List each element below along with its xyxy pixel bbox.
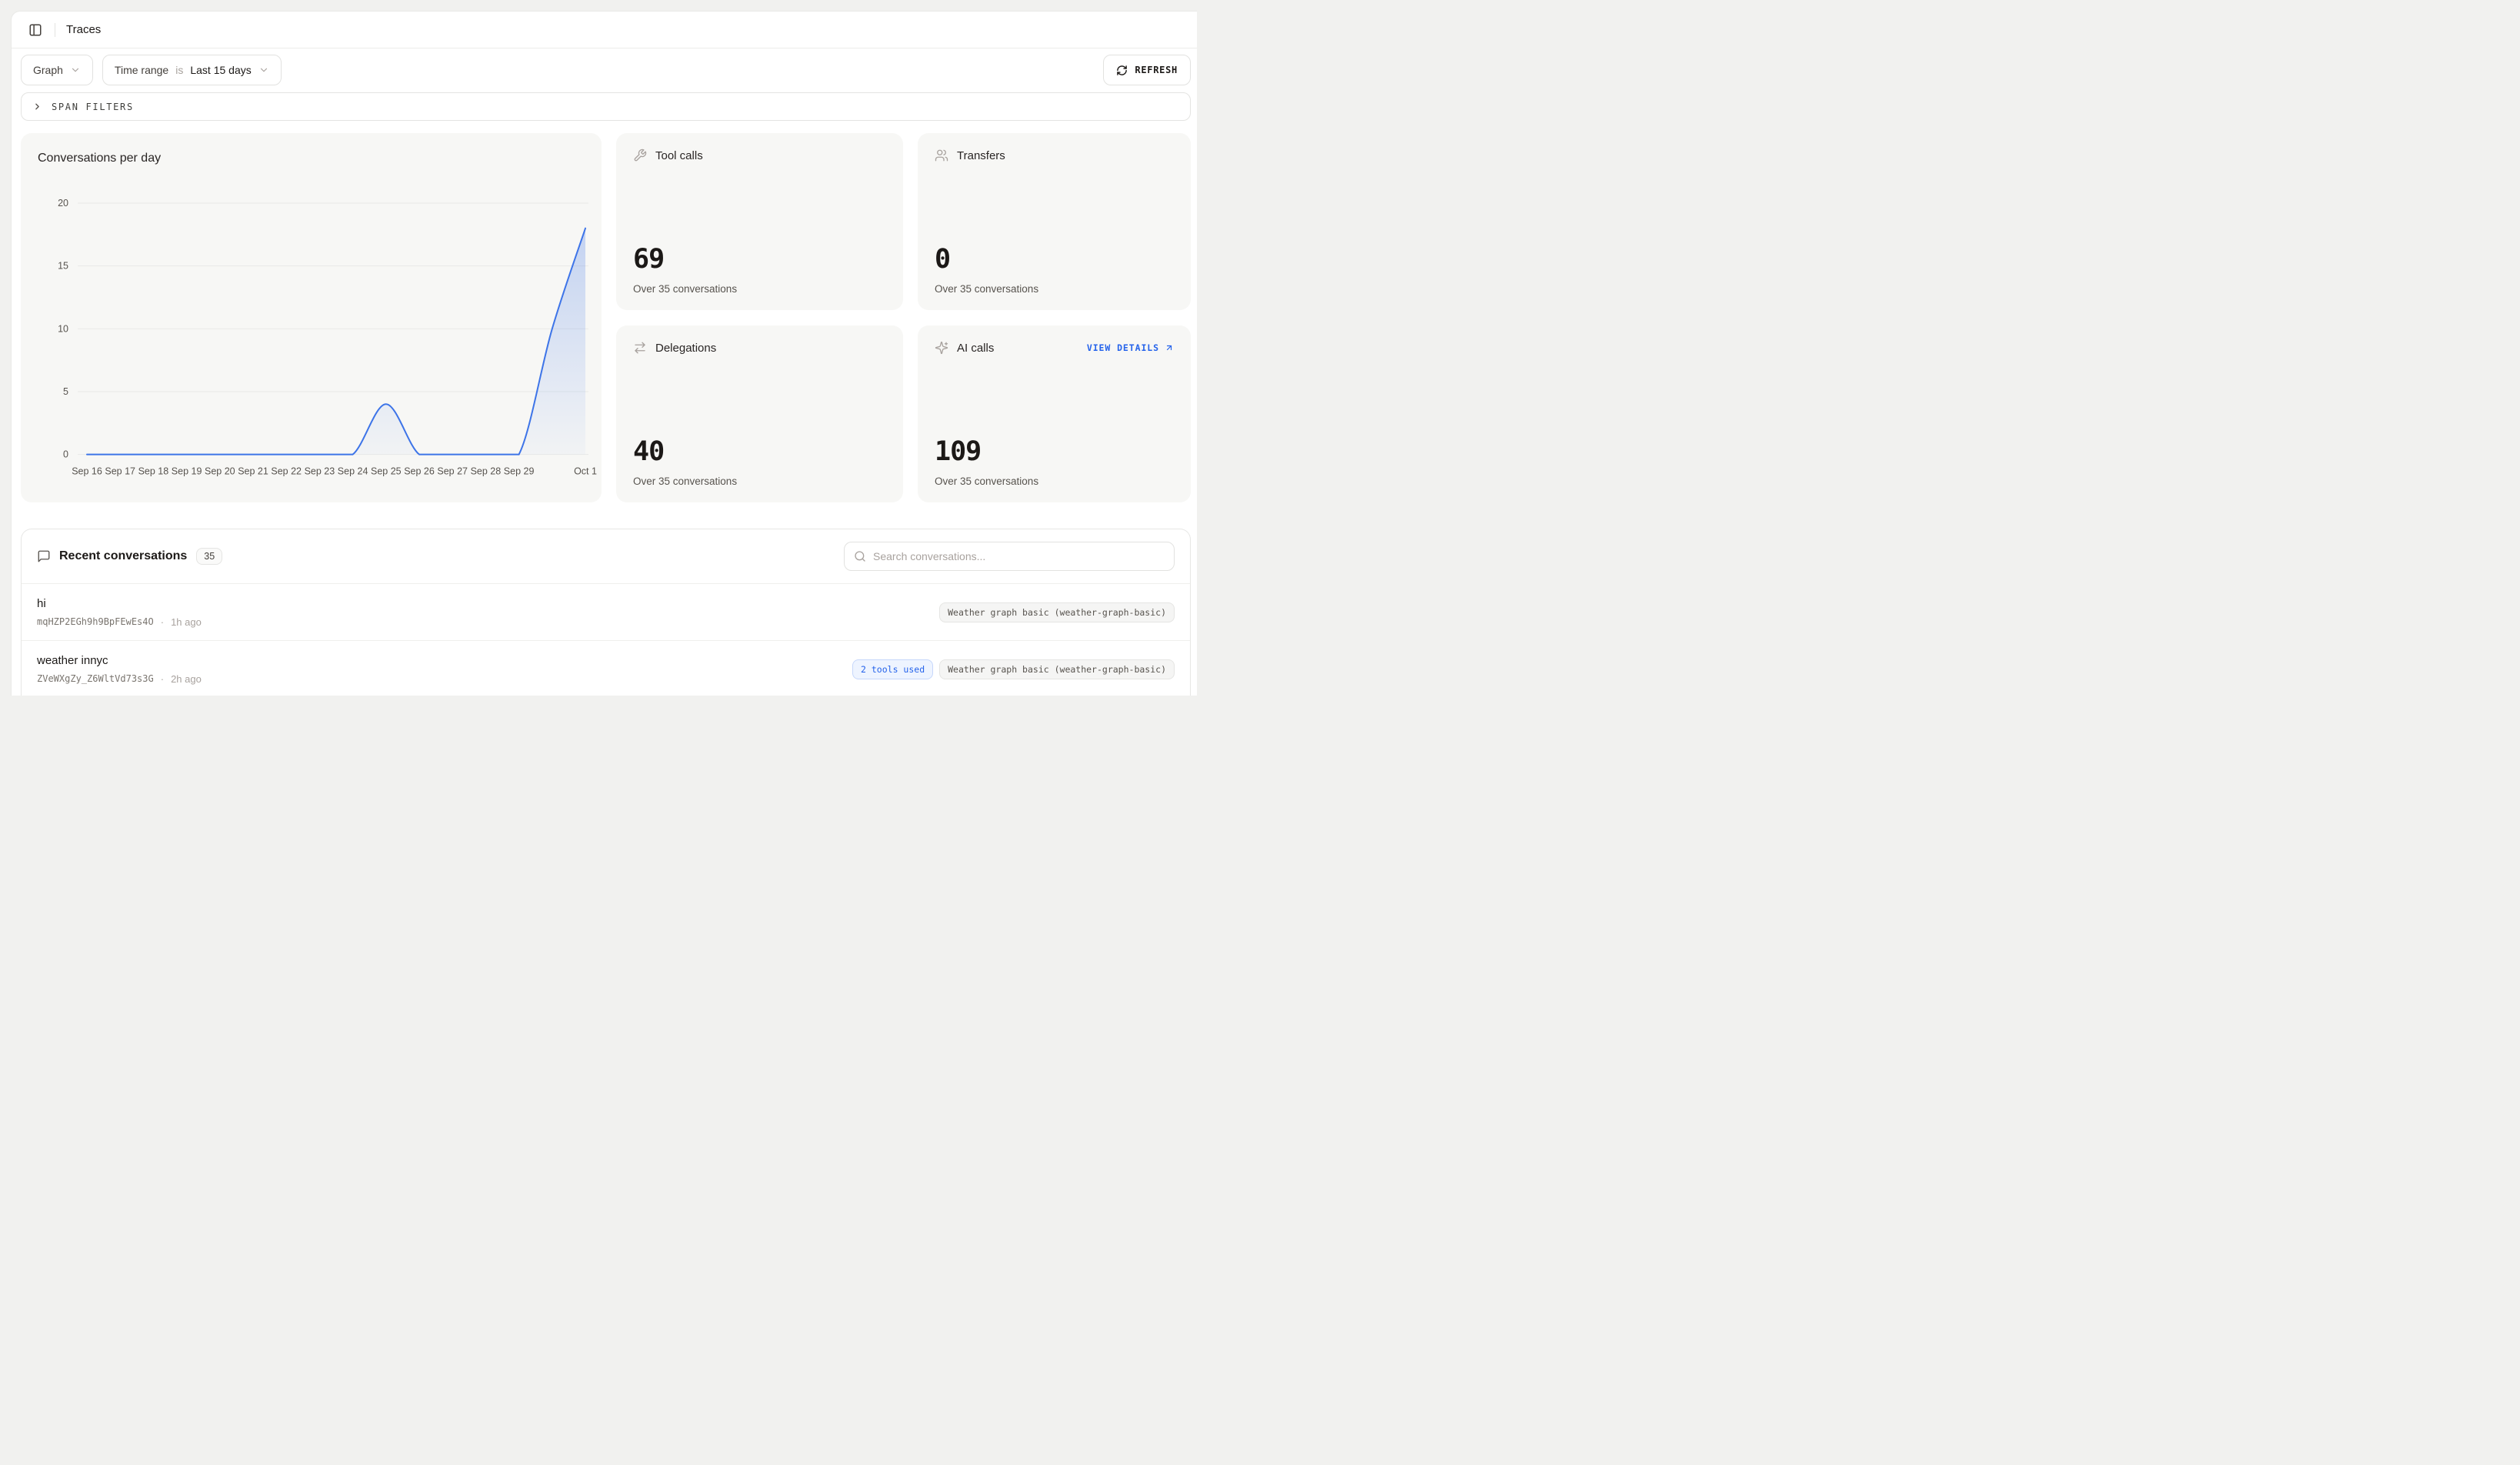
content-shell: Traces Graph Time range is Last 15 days bbox=[11, 11, 1197, 696]
conversation-search bbox=[844, 542, 1175, 571]
dashboard-grid: Conversations per day 05101520Sep 16Sep … bbox=[21, 133, 1191, 502]
time-range-filter[interactable]: Time range is Last 15 days bbox=[102, 55, 282, 85]
stat-caption: Over 35 conversations bbox=[935, 283, 1174, 295]
tools-used-tag: 2 tools used bbox=[852, 659, 933, 679]
conversation-row[interactable]: weather innyc ZVeWXgZy_Z6WltVd73s3G · 2h… bbox=[22, 640, 1190, 696]
top-bar: Traces bbox=[12, 12, 1197, 48]
svg-text:Sep 20: Sep 20 bbox=[205, 466, 235, 477]
svg-text:Oct 1: Oct 1 bbox=[574, 466, 597, 477]
search-input[interactable] bbox=[873, 550, 1165, 562]
page-title: Traces bbox=[66, 23, 101, 36]
refresh-icon bbox=[1116, 65, 1128, 76]
recent-conversations-title: Recent conversations bbox=[59, 549, 187, 563]
separator-dot: · bbox=[161, 616, 164, 628]
stat-value: 40 bbox=[633, 439, 886, 466]
chevron-down-icon bbox=[258, 65, 269, 75]
stat-caption: Over 35 conversations bbox=[633, 476, 886, 487]
svg-text:Sep 16: Sep 16 bbox=[72, 466, 102, 477]
svg-text:Sep 23: Sep 23 bbox=[305, 466, 335, 477]
svg-text:Sep 24: Sep 24 bbox=[338, 466, 368, 477]
recent-conversations-section: Recent conversations 35 hi mqHZP2EGh9h9B… bbox=[21, 529, 1191, 696]
agent-tag: Weather graph basic (weather-graph-basic… bbox=[939, 602, 1175, 622]
conversation-title: weather innyc bbox=[37, 654, 202, 667]
svg-text:0: 0 bbox=[63, 449, 68, 460]
main-content: Graph Time range is Last 15 days REFRESH bbox=[12, 48, 1197, 696]
svg-text:Sep 29: Sep 29 bbox=[504, 466, 535, 477]
conversations-chart-card: Conversations per day 05101520Sep 16Sep … bbox=[21, 133, 602, 502]
stat-card-ai-calls: AI calls VIEW DETAILS 109 Over 35 conver… bbox=[918, 325, 1191, 502]
recent-conversations-header: Recent conversations 35 bbox=[22, 529, 1190, 583]
conversations-per-day-chart: 05101520Sep 16Sep 17Sep 18Sep 19Sep 20Se… bbox=[21, 133, 602, 502]
refresh-label: REFRESH bbox=[1135, 65, 1178, 75]
svg-text:Sep 22: Sep 22 bbox=[271, 466, 302, 477]
users-icon bbox=[935, 149, 948, 162]
stat-title: Delegations bbox=[655, 342, 716, 355]
chevron-right-icon bbox=[32, 102, 42, 112]
wrench-icon bbox=[633, 149, 647, 162]
traces-page: Traces Graph Time range is Last 15 days bbox=[0, 0, 1197, 696]
svg-text:Sep 18: Sep 18 bbox=[138, 466, 169, 477]
filter-toolbar: Graph Time range is Last 15 days REFRESH bbox=[21, 55, 1191, 85]
svg-text:Sep 17: Sep 17 bbox=[105, 466, 135, 477]
svg-text:10: 10 bbox=[58, 323, 68, 334]
time-range-field: Time range bbox=[115, 64, 168, 76]
svg-text:Sep 28: Sep 28 bbox=[471, 466, 502, 477]
search-icon bbox=[854, 550, 866, 562]
conversation-title: hi bbox=[37, 597, 202, 610]
svg-text:Sep 21: Sep 21 bbox=[238, 466, 268, 477]
stat-value: 69 bbox=[633, 246, 886, 273]
span-filters-toggle[interactable]: SPAN FILTERS bbox=[21, 92, 1191, 121]
chat-bubble-icon bbox=[37, 549, 51, 563]
chevron-down-icon bbox=[70, 65, 81, 75]
stat-card-delegations: Delegations 40 Over 35 conversations bbox=[616, 325, 903, 502]
conversation-count-badge: 35 bbox=[196, 548, 222, 565]
stat-caption: Over 35 conversations bbox=[935, 476, 1174, 487]
stat-value: 109 bbox=[935, 439, 1174, 466]
stat-card-transfers: Transfers 0 Over 35 conversations bbox=[918, 133, 1191, 310]
conversation-time: 1h ago bbox=[171, 616, 202, 628]
view-mode-label: Graph bbox=[33, 64, 63, 76]
sparkles-icon bbox=[935, 341, 948, 355]
svg-text:5: 5 bbox=[63, 386, 68, 397]
svg-text:15: 15 bbox=[58, 261, 68, 272]
view-details-link[interactable]: VIEW DETAILS bbox=[1087, 342, 1174, 353]
stat-caption: Over 35 conversations bbox=[633, 283, 886, 295]
agent-tag: Weather graph basic (weather-graph-basic… bbox=[939, 659, 1175, 679]
arrow-up-right-icon bbox=[1165, 343, 1174, 352]
time-range-operator: is bbox=[175, 64, 183, 76]
stat-title: Transfers bbox=[957, 149, 1005, 162]
span-filters-label: SPAN FILTERS bbox=[52, 102, 134, 112]
stat-card-tool-calls: Tool calls 69 Over 35 conversations bbox=[616, 133, 903, 310]
conversation-id: mqHZP2EGh9h9BpFEwEs4O bbox=[37, 616, 154, 627]
stat-title: Tool calls bbox=[655, 149, 703, 162]
time-range-value: Last 15 days bbox=[190, 64, 251, 76]
conversation-time: 2h ago bbox=[171, 673, 202, 685]
conversation-row[interactable]: hi mqHZP2EGh9h9BpFEwEs4O · 1h ago Weathe… bbox=[22, 583, 1190, 640]
sidebar-toggle-button[interactable] bbox=[24, 18, 47, 42]
separator-dot: · bbox=[161, 673, 164, 685]
svg-text:Sep 19: Sep 19 bbox=[172, 466, 202, 477]
stat-title: AI calls bbox=[957, 342, 994, 355]
view-mode-dropdown[interactable]: Graph bbox=[21, 55, 93, 85]
svg-text:20: 20 bbox=[58, 198, 68, 209]
refresh-button[interactable]: REFRESH bbox=[1103, 55, 1191, 85]
svg-text:Sep 25: Sep 25 bbox=[371, 466, 402, 477]
view-details-label: VIEW DETAILS bbox=[1087, 342, 1159, 353]
svg-text:Sep 26: Sep 26 bbox=[404, 466, 435, 477]
stat-value: 0 bbox=[935, 246, 1174, 273]
svg-text:Sep 27: Sep 27 bbox=[437, 466, 468, 477]
arrows-swap-icon bbox=[633, 341, 647, 355]
panel-left-icon bbox=[28, 23, 42, 37]
conversation-id: ZVeWXgZy_Z6WltVd73s3G bbox=[37, 673, 154, 684]
